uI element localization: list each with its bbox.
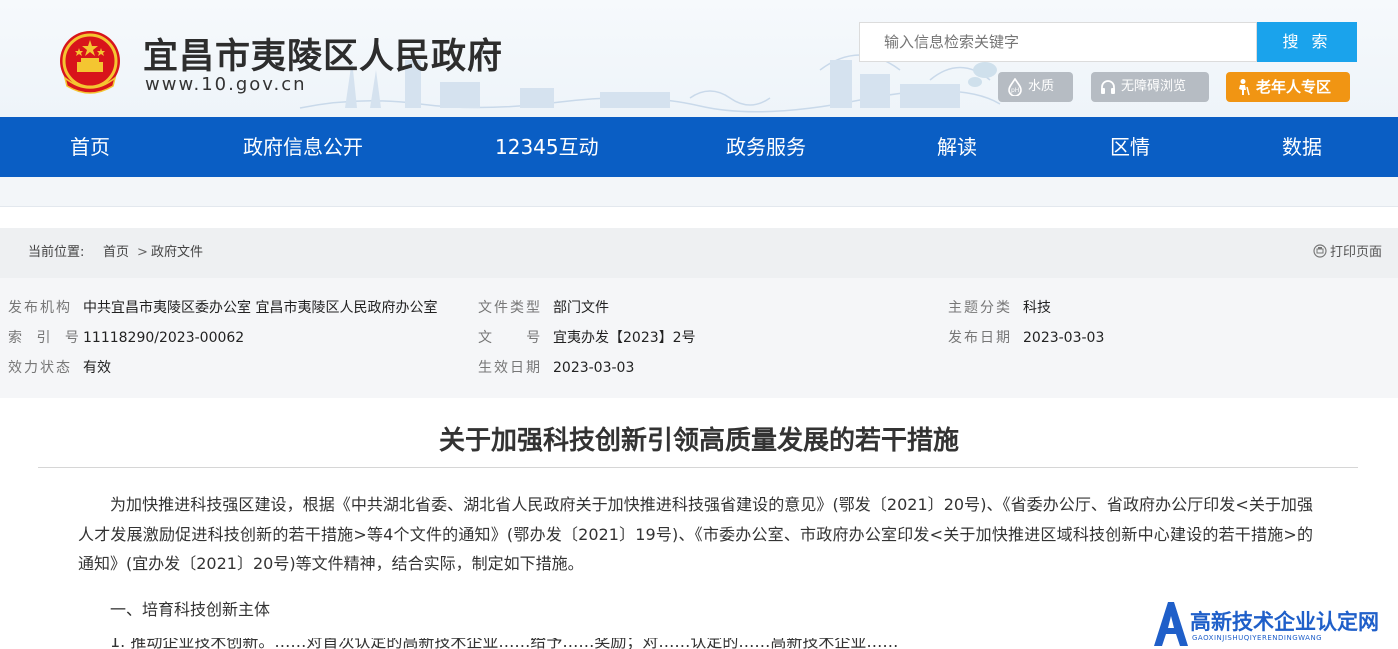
site-url: www.10.gov.cn xyxy=(145,74,307,95)
publisher-value: 中共宜昌市夷陵区委办公室 宜昌市夷陵区人民政府办公室 xyxy=(83,300,438,316)
accessibility-button[interactable]: 无障碍浏览 xyxy=(1091,72,1209,102)
title-divider xyxy=(38,467,1358,468)
site-header: 宜昌市夷陵区人民政府 www.10.gov.cn 搜 索 pH 水质 无障碍浏览… xyxy=(0,0,1398,117)
water-quality-button[interactable]: pH 水质 xyxy=(998,72,1073,102)
national-emblem-icon xyxy=(60,31,120,94)
publisher-label: 发布机构 xyxy=(8,300,72,316)
index-value: 11118290/2023-00062 xyxy=(83,330,245,346)
breadcrumb-separator: > xyxy=(137,245,148,260)
nav-item-interpretation[interactable]: 解读 xyxy=(937,117,977,177)
pub-date-label: 发布日期 xyxy=(948,330,1012,346)
topic-label: 主题分类 xyxy=(948,300,1012,316)
elder-zone-button[interactable]: 老年人专区 xyxy=(1226,72,1350,102)
doc-type-value: 部门文件 xyxy=(553,300,609,316)
watermark-en-text: GAOXINJISHUQIYERENDINGWANG xyxy=(1192,634,1323,642)
breadcrumb-home-link[interactable]: 首页 xyxy=(103,228,129,278)
watermark-logo: 高新技术企业认定网 GAOXINJISHUQIYERENDINGWANG xyxy=(1150,598,1398,649)
watermark-cn-text: 高新技术企业认定网 xyxy=(1190,610,1379,634)
effective-date-label: 生效日期 xyxy=(478,360,542,376)
nav-spacer xyxy=(0,177,1398,207)
nav-item-home[interactable]: 首页 xyxy=(70,117,110,177)
next-line-text: 1. 推动企业技术创新。……对首次认定的高新技术企业……给予……奖励；对……认定… xyxy=(110,638,899,649)
elder-zone-label: 老年人专区 xyxy=(1256,78,1332,96)
accessibility-label: 无障碍浏览 xyxy=(1121,79,1187,94)
index-label: 索 引 号 xyxy=(8,330,84,346)
breadcrumb-label: 当前位置: xyxy=(28,245,85,260)
breadcrumb-current-link[interactable]: 政府文件 xyxy=(151,228,203,278)
search-input[interactable] xyxy=(859,22,1257,62)
section-heading: 一、培育科技创新主体 xyxy=(110,600,271,619)
nav-item-data[interactable]: 数据 xyxy=(1282,117,1322,177)
main-nav: 首页 政府信息公开 12345互动 政务服务 解读 区情 数据 xyxy=(0,117,1398,177)
doc-number-label: 文 号 xyxy=(478,330,543,346)
article-title: 关于加强科技创新引领高质量发展的若干措施 xyxy=(438,426,959,456)
nav-item-gov-service[interactable]: 政务服务 xyxy=(726,117,806,177)
elder-person-icon xyxy=(1239,79,1250,96)
search-button[interactable]: 搜 索 xyxy=(1257,22,1357,62)
doc-type-label: 文件类型 xyxy=(478,300,542,316)
article-intro-paragraph: 为加快推进科技强区建设，根据《中共湖北省委、湖北省人民政府关于加快推进科技强省建… xyxy=(78,495,1313,573)
water-quality-label: 水质 xyxy=(1028,79,1055,94)
print-page-label: 打印页面 xyxy=(1329,245,1382,260)
headphones-icon xyxy=(1101,80,1115,94)
nav-item-12345[interactable]: 12345互动 xyxy=(495,117,599,177)
printer-icon xyxy=(1313,244,1327,258)
watermark-a-icon xyxy=(1154,602,1188,646)
pub-date-value: 2023-03-03 xyxy=(1023,330,1105,346)
meta-row: 效力状态 有效 生效日期 2023-03-03 xyxy=(0,353,1398,383)
water-drop-icon: pH xyxy=(1008,78,1022,96)
breadcrumb: 当前位置: 首页 > 政府文件 打印页面 xyxy=(0,228,1398,278)
doc-number-value: 宜夷办发【2023】2号 xyxy=(553,330,696,346)
meta-row: 索 引 号 11118290/2023-00062 文 号 宜夷办发【2023】… xyxy=(0,323,1398,353)
svg-text:pH: pH xyxy=(1011,87,1019,94)
meta-row: 发布机构 中共宜昌市夷陵区委办公室 宜昌市夷陵区人民政府办公室 文件类型 部门文… xyxy=(0,293,1398,323)
print-page-button[interactable]: 打印页面 xyxy=(1313,228,1382,278)
site-title: 宜昌市夷陵区人民政府 xyxy=(143,36,504,77)
status-label: 效力状态 xyxy=(8,360,72,376)
nav-item-district-info[interactable]: 区情 xyxy=(1110,117,1150,177)
nav-item-gov-info[interactable]: 政府信息公开 xyxy=(243,117,363,177)
article-next-line: 1. 推动企业技术创新。……对首次认定的高新技术企业……给予……奖励；对……认定… xyxy=(110,638,1310,649)
effective-date-value: 2023-03-03 xyxy=(553,360,635,376)
topic-value: 科技 xyxy=(1023,300,1051,316)
status-value: 有效 xyxy=(83,360,111,376)
document-metadata: 发布机构 中共宜昌市夷陵区委办公室 宜昌市夷陵区人民政府办公室 文件类型 部门文… xyxy=(0,278,1398,398)
